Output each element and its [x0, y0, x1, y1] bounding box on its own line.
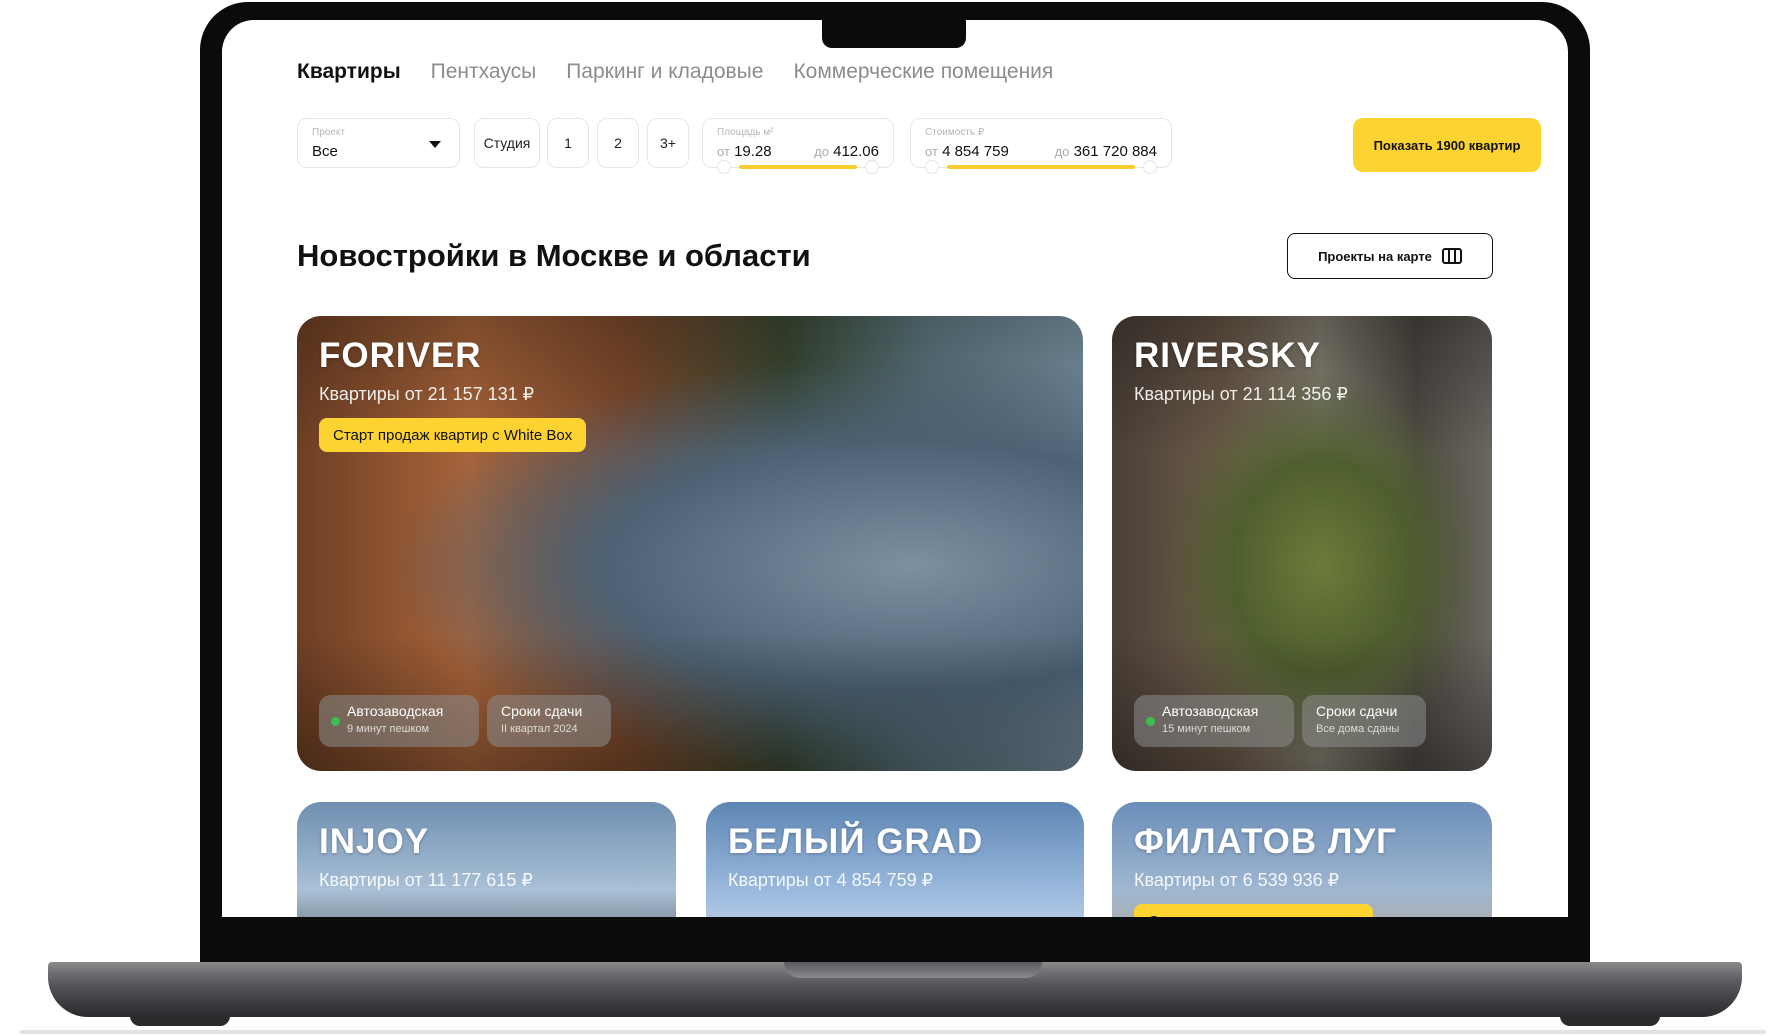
deadline-value: Все дома сданы: [1316, 723, 1400, 735]
area-to-label: до: [814, 144, 829, 159]
laptop-base-notch: [784, 962, 1042, 978]
project-select-label: Проект: [312, 127, 345, 138]
page-title: Новостройки в Москве и области: [297, 238, 811, 273]
price-to-label: до: [1054, 144, 1070, 159]
projects-map-button[interactable]: Проекты на карте: [1287, 233, 1493, 279]
screen: Квартиры Пентхаусы Паркинг и кладовые Ко…: [222, 20, 1568, 917]
laptop-foot-left: [130, 1016, 230, 1026]
price-range-filter[interactable]: Стоимость ₽ от 4 854 759 до 361 720 884: [910, 118, 1172, 174]
map-icon: [1441, 248, 1462, 264]
project-select-value: Все: [312, 143, 338, 160]
metro-info: Автозаводская 15 минут пешком: [1134, 695, 1294, 747]
promo-badge[interactable]: Старт продаж новых корпусов: [1134, 904, 1373, 917]
filter-bar: Проект Все Студия 1 2 3+ Площадь м² от 1…: [297, 118, 1541, 174]
rooms-studio-button[interactable]: Студия: [474, 118, 540, 168]
project-title: RIVERSKY: [1134, 336, 1321, 375]
metro-info: Автозаводская 9 минут пешком: [319, 695, 479, 747]
show-results-button[interactable]: Показать 1900 квартир: [1353, 118, 1541, 172]
project-price: Квартиры от 21 114 356 ₽: [1134, 384, 1348, 404]
rooms-1-button[interactable]: 1: [547, 118, 589, 168]
laptop-foot-right: [1560, 1016, 1660, 1026]
price-slider-max-handle[interactable]: [1143, 160, 1157, 174]
project-price: Квартиры от 4 854 759 ₽: [728, 870, 934, 890]
project-select[interactable]: Проект Все: [297, 118, 460, 168]
deadline-label: Сроки сдачи: [501, 703, 583, 719]
area-slider-track: [739, 165, 857, 169]
promo-badge[interactable]: Старт продаж квартир с White Box: [319, 418, 587, 452]
chevron-down-icon: [429, 141, 441, 148]
metro-station: Автозаводская: [347, 703, 444, 719]
metro-icon: [1146, 717, 1155, 726]
deadline-info: Сроки сдачи II квартал 2024: [487, 695, 611, 747]
area-slider-min-handle[interactable]: [717, 160, 731, 174]
price-from-label: от: [925, 144, 938, 159]
project-price: Квартиры от 6 539 936 ₽: [1134, 870, 1340, 890]
metro-walk-time: 15 минут пешком: [1162, 723, 1251, 735]
project-price: Квартиры от 11 177 615 ₽: [319, 870, 533, 890]
area-range-filter[interactable]: Площадь м² от 19.28 до 412.06: [702, 118, 894, 174]
project-title: INJOY: [319, 822, 430, 861]
project-card-filatov-lug[interactable]: ФИЛАТОВ ЛУГ Квартиры от 6 539 936 ₽ Стар…: [1112, 802, 1492, 917]
metro-station: Автозаводская: [1162, 703, 1259, 719]
metro-icon: [331, 717, 340, 726]
tab-apartments[interactable]: Квартиры: [297, 60, 401, 84]
price-to-input[interactable]: 361 720 884: [1074, 143, 1157, 160]
tab-commercial[interactable]: Коммерческие помещения: [793, 60, 1053, 84]
area-range-label: Площадь м²: [717, 127, 774, 138]
project-price: Квартиры от 21 157 131 ₽: [319, 384, 535, 404]
project-card-riversky[interactable]: RIVERSKY Квартиры от 21 114 356 ₽ Автоза…: [1112, 316, 1492, 771]
deadline-info: Сроки сдачи Все дома сданы: [1302, 695, 1426, 747]
project-card-foriver[interactable]: FORIVER Квартиры от 21 157 131 ₽ Старт п…: [297, 316, 1083, 771]
area-from-input[interactable]: 19.28: [734, 143, 772, 160]
deadline-label: Сроки сдачи: [1316, 703, 1398, 719]
project-card-injoy[interactable]: INJOY Квартиры от 11 177 615 ₽: [297, 802, 676, 917]
price-slider-min-handle[interactable]: [925, 160, 939, 174]
laptop-shadow: [20, 1030, 1766, 1034]
metro-walk-time: 9 минут пешком: [347, 723, 430, 735]
rooms-2-button[interactable]: 2: [597, 118, 639, 168]
area-slider-max-handle[interactable]: [865, 160, 879, 174]
area-from-label: от: [717, 144, 730, 159]
project-title: ФИЛАТОВ ЛУГ: [1134, 822, 1398, 861]
price-range-label: Стоимость ₽: [925, 127, 985, 138]
price-from-input[interactable]: 4 854 759: [942, 143, 1009, 160]
project-card-belyi-grad[interactable]: БЕЛЫЙ GRAD Квартиры от 4 854 759 ₽: [706, 802, 1084, 917]
tab-parking-storage[interactable]: Паркинг и кладовые: [566, 60, 763, 84]
projects-map-label: Проекты на карте: [1318, 248, 1432, 264]
deadline-value: II квартал 2024: [501, 723, 578, 735]
camera-notch: [822, 20, 966, 48]
project-title: FORIVER: [319, 336, 482, 375]
area-to-input[interactable]: 412.06: [833, 143, 879, 160]
rooms-3plus-button[interactable]: 3+: [647, 118, 689, 168]
category-tabs: Квартиры Пентхаусы Паркинг и кладовые Ко…: [297, 60, 1053, 84]
tab-penthouses[interactable]: Пентхаусы: [431, 60, 537, 84]
price-slider-track: [947, 165, 1135, 169]
project-title: БЕЛЫЙ GRAD: [728, 822, 984, 861]
